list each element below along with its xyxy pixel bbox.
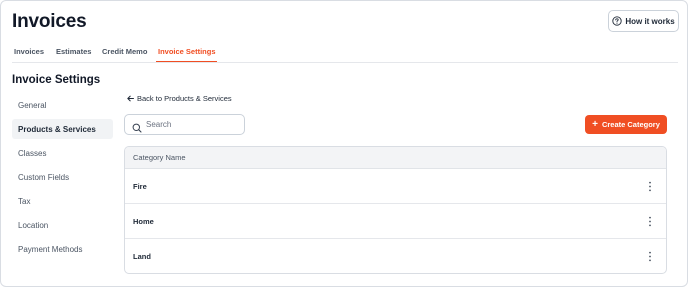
category-name-cell: Fire	[133, 181, 147, 191]
sidebar-item-general[interactable]: General	[12, 95, 113, 115]
sidebar-item-custom-fields[interactable]: Custom Fields	[12, 167, 113, 187]
search-icon	[132, 120, 142, 133]
create-category-button[interactable]: + Create Category	[585, 115, 667, 134]
question-circle-icon	[612, 16, 622, 26]
search-box[interactable]	[124, 114, 245, 135]
app-frame: Invoices How it works Invoices Estimates…	[0, 0, 688, 287]
sidebar-item-classes[interactable]: Classes	[12, 143, 113, 163]
table-row[interactable]: Land	[125, 239, 666, 273]
arrow-left-icon	[126, 94, 135, 103]
tab-bar: Invoices Estimates Credit Memo Invoice S…	[1, 41, 688, 62]
category-table: Category Name Fire Home Land	[124, 146, 667, 274]
kebab-menu-icon[interactable]	[647, 181, 653, 192]
section-title: Invoice Settings	[12, 74, 101, 86]
how-it-works-button[interactable]: How it works	[608, 10, 679, 32]
category-name-cell: Land	[133, 252, 151, 261]
column-header-category-name: Category Name	[133, 153, 186, 162]
table-row[interactable]: Fire	[125, 169, 666, 204]
back-link-label: Back to Products & Services	[137, 94, 232, 103]
page-title: Invoices	[12, 11, 87, 32]
kebab-menu-icon[interactable]	[647, 251, 653, 262]
search-input[interactable]	[146, 120, 241, 129]
table-header: Category Name	[125, 147, 666, 169]
table-row[interactable]: Home	[125, 204, 666, 239]
tab-invoices[interactable]: Invoices	[14, 47, 44, 56]
back-link[interactable]: Back to Products & Services	[126, 94, 232, 103]
sidebar-item-products-services[interactable]: Products & Services	[12, 119, 113, 139]
tab-invoice-settings[interactable]: Invoice Settings	[158, 47, 216, 56]
category-name-cell: Home	[133, 216, 154, 226]
sidebar-item-payment-methods[interactable]: Payment Methods	[12, 239, 113, 259]
create-category-label: Create Category	[601, 120, 660, 129]
plus-icon: +	[592, 118, 598, 130]
sidebar-item-tax[interactable]: Tax	[12, 191, 113, 211]
how-it-works-label: How it works	[625, 16, 675, 26]
sidebar-item-location[interactable]: Location	[12, 215, 113, 235]
tabs-divider	[12, 62, 678, 63]
kebab-menu-icon[interactable]	[647, 216, 653, 227]
tab-estimates[interactable]: Estimates	[56, 47, 91, 56]
tab-credit-memo[interactable]: Credit Memo	[102, 47, 147, 56]
